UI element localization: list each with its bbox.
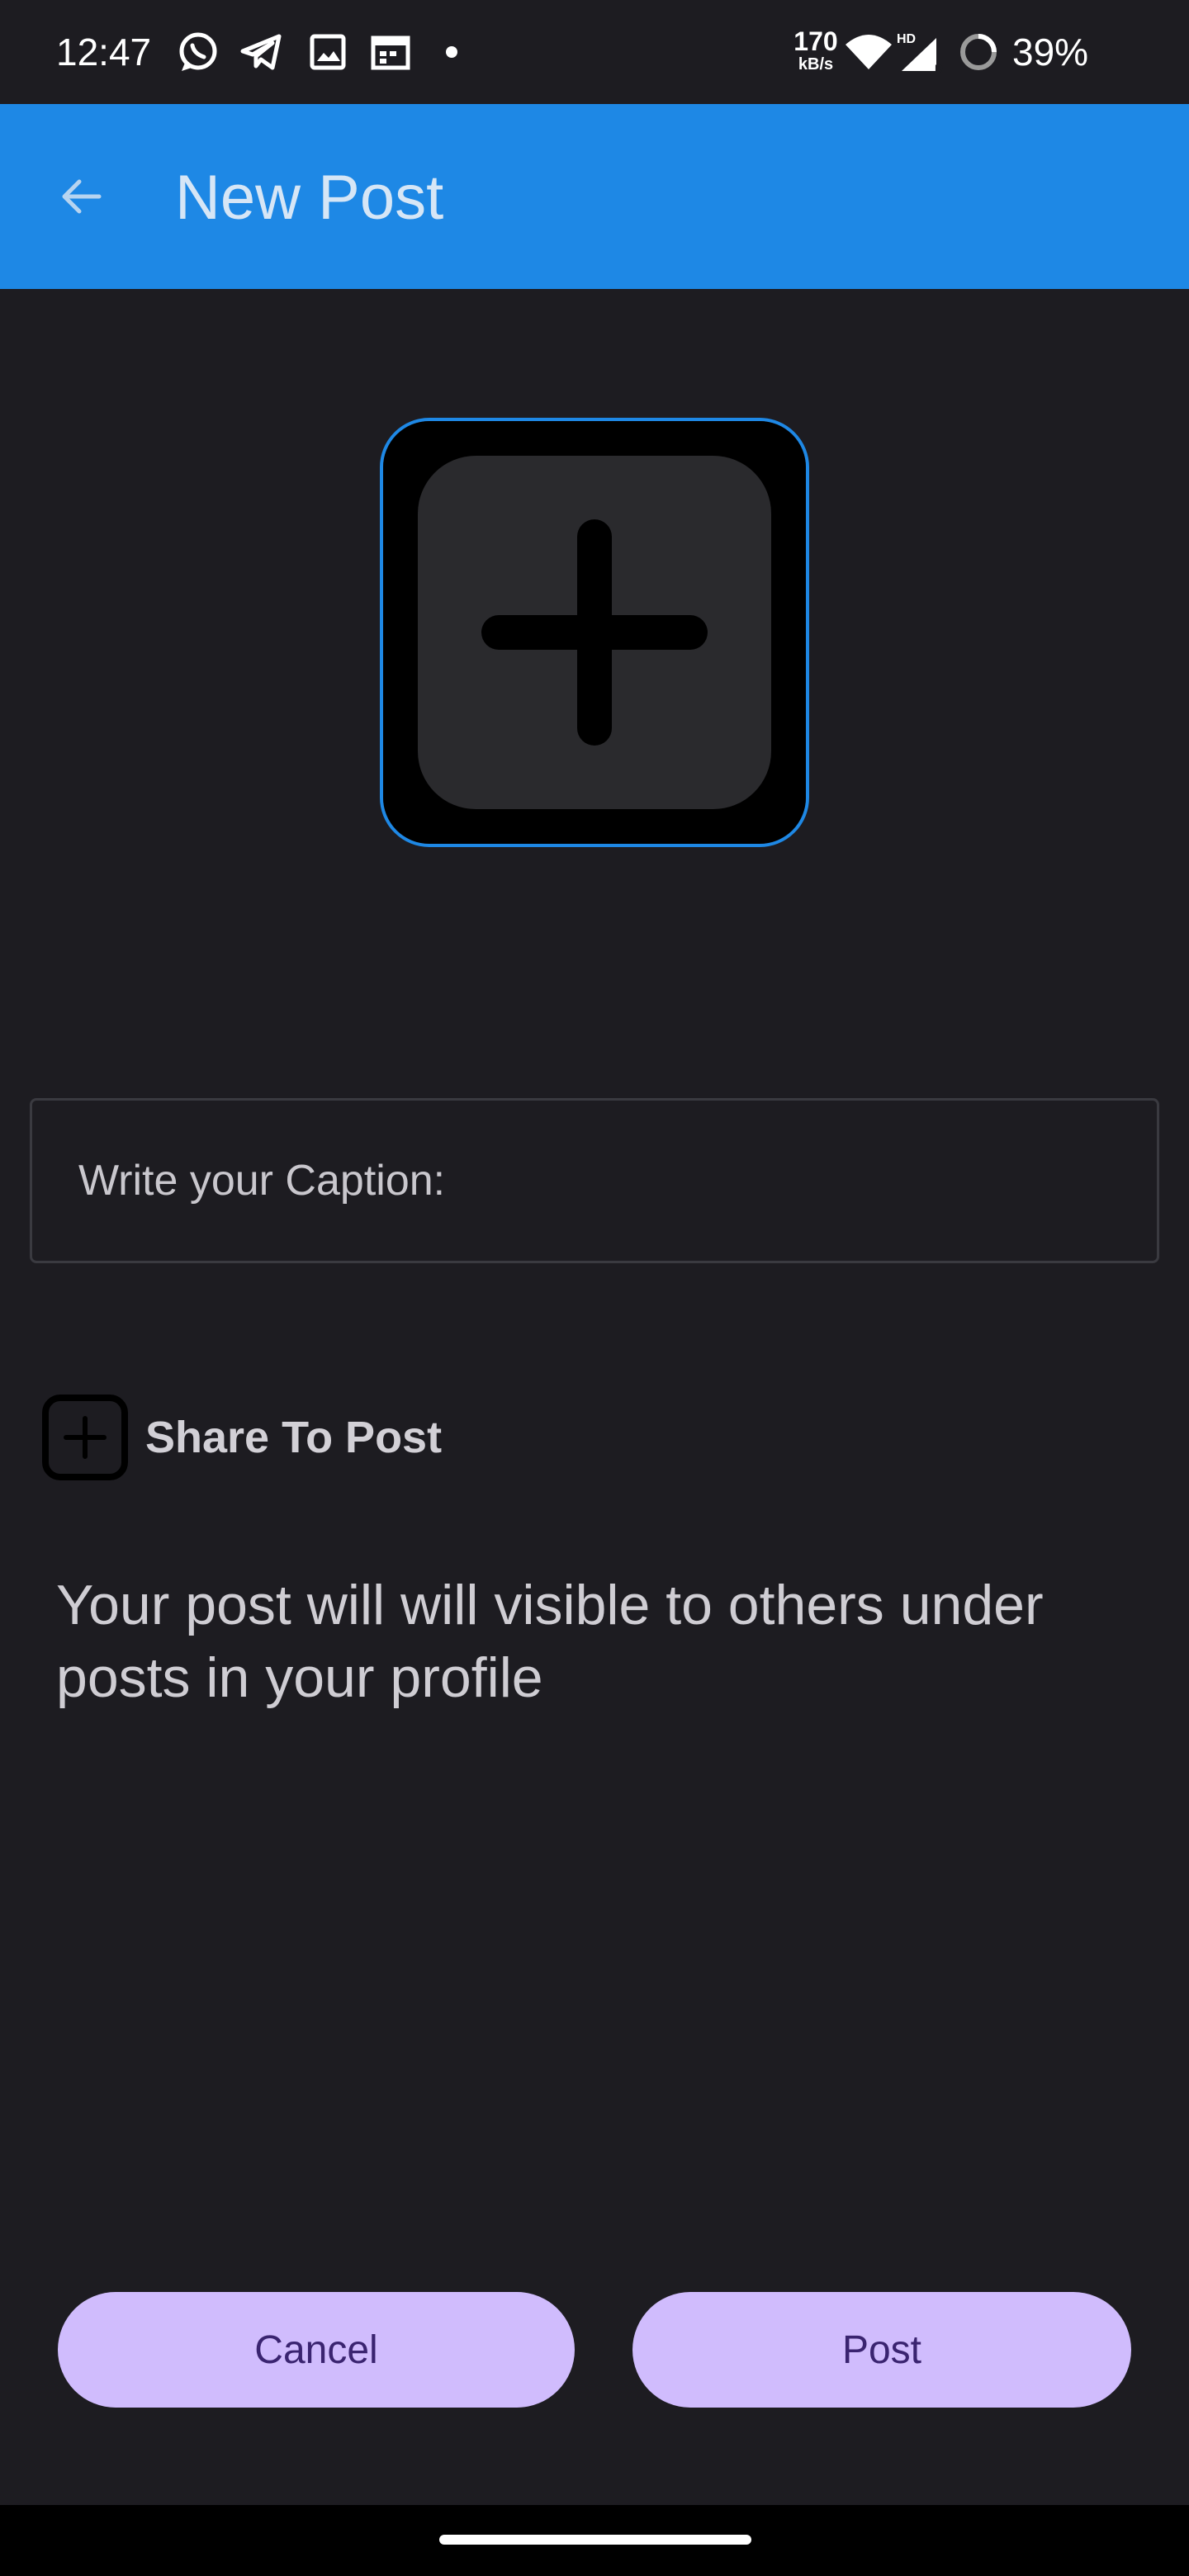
home-gesture-handle[interactable] <box>439 2535 751 2545</box>
hd-signal-icon: HD R <box>897 30 946 75</box>
status-time: 12:47 <box>56 31 152 73</box>
add-box-icon[interactable] <box>41 1394 129 1481</box>
post-button[interactable]: Post <box>632 2292 1131 2408</box>
net-speed-unit: kB/s <box>798 55 834 73</box>
add-box-icon <box>383 421 806 844</box>
navigation-bar <box>0 2505 1189 2576</box>
caption-field[interactable] <box>30 1098 1159 1263</box>
arrow-back-icon <box>54 170 107 227</box>
back-button[interactable] <box>41 159 121 238</box>
whatsapp-icon <box>175 30 220 74</box>
wifi-icon <box>844 30 893 74</box>
cancel-button[interactable]: Cancel <box>58 2292 575 2408</box>
battery-saver-icon <box>956 30 1001 74</box>
new-post-screen: 12:47 170 kB/s HD R 39% New Post Write y… <box>0 0 1189 2576</box>
status-bar: 12:47 170 kB/s HD R 39% <box>0 0 1189 104</box>
share-to-post-label: Share To Post <box>145 1413 443 1462</box>
page-title: New Post <box>175 163 444 233</box>
visibility-info-text: Your post will will visible to others un… <box>56 1574 1044 1709</box>
net-speed-value: 170 <box>793 26 838 56</box>
network-speed: 170 kB/s <box>791 28 841 73</box>
app-bar: New Post <box>0 104 1189 289</box>
notification-dot-icon <box>446 46 457 58</box>
share-to-post-toggle[interactable]: Share To Post <box>41 1394 442 1481</box>
telegram-icon <box>239 30 284 74</box>
gallery-icon <box>306 30 350 74</box>
battery-percent: 39% <box>1012 31 1089 73</box>
svg-text:R: R <box>935 62 943 74</box>
caption-input[interactable] <box>78 1101 1111 1261</box>
calendar-icon <box>368 30 413 74</box>
image-picker-button[interactable] <box>380 418 809 847</box>
svg-text:HD: HD <box>897 32 916 46</box>
